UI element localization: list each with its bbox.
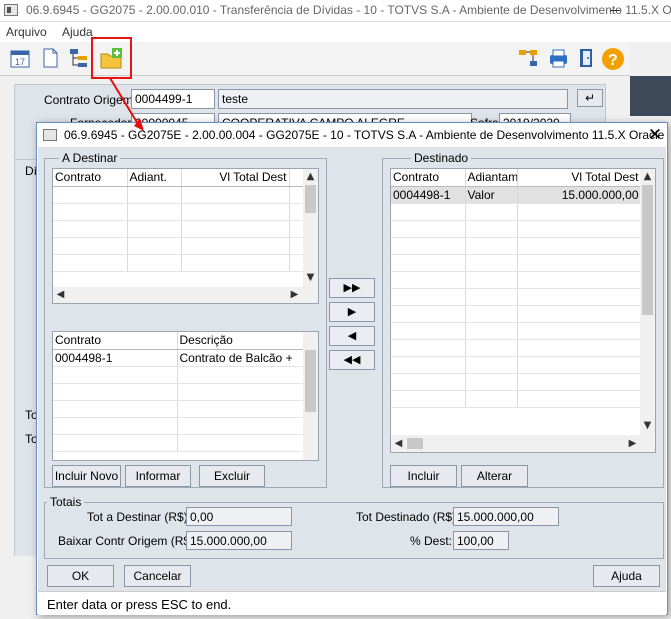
main-window-titlebar: 06.9.6945 - GG2075 - 2.00.00.010 - Trans… <box>0 0 671 22</box>
calendar-icon[interactable]: 17 <box>7 46 33 72</box>
ok-button[interactable]: OK <box>47 565 114 587</box>
cell-contrato[interactable]: 0004498-1 <box>391 186 466 204</box>
status-bar: Enter data or press ESC to end. <box>38 591 666 615</box>
scroll-thumb[interactable] <box>305 350 316 412</box>
annotation-arrow <box>109 77 144 131</box>
a-destinar-label: A Destinar <box>59 151 121 165</box>
pct-dest-value: 100,00 <box>453 531 509 550</box>
move-left-button[interactable]: ◀ <box>329 326 375 346</box>
dialog-body: A Destinar Contrato Adiant. Vl Total Des… <box>38 147 666 615</box>
top-grid-vscroll[interactable]: ▲ ▼ <box>303 169 318 287</box>
dialog-app-icon <box>43 129 57 141</box>
transfer-dialog: 06.9.6945 - GG2075E - 2.00.00.004 - GG20… <box>36 122 668 615</box>
alterar-button[interactable]: Alterar <box>461 465 528 487</box>
scroll-down-icon[interactable]: ▼ <box>640 419 655 433</box>
main-window-title: 06.9.6945 - GG2075 - 2.00.00.010 - Trans… <box>26 3 671 17</box>
svg-text:17: 17 <box>15 57 25 67</box>
hscroll-thumb[interactable] <box>407 438 423 449</box>
new-document-icon[interactable] <box>37 46 63 72</box>
tot-a-destinar-label: Tot a Destinar (R$): <box>87 510 192 524</box>
pct-dest-label: % Dest: <box>410 534 453 548</box>
a-destinar-bottom-grid[interactable]: Contrato Descrição 0004498-1 Contrato de… <box>52 331 319 461</box>
col-header-contrato[interactable]: Contrato <box>391 169 466 187</box>
close-icon[interactable]: ✕ <box>645 125 665 145</box>
destinado-vscroll[interactable]: ▲ ▼ <box>640 169 655 435</box>
scroll-left-icon[interactable]: ◀ <box>53 288 68 302</box>
excluir-button[interactable]: Excluir <box>199 465 265 487</box>
help-icon[interactable]: ? <box>600 46 626 72</box>
totais-label: Totais <box>47 495 85 509</box>
tot-destinado-value: 15.000.000,00 <box>453 507 559 526</box>
app-icon <box>4 4 18 16</box>
incluir-novo-button[interactable]: Incluir Novo <box>52 465 121 487</box>
col-header-vl-total-dest[interactable]: Vl Total Dest <box>517 169 642 187</box>
printer-icon[interactable] <box>545 46 571 72</box>
col-header-contrato[interactable]: Contrato <box>53 332 178 350</box>
background-panel <box>630 76 671 116</box>
move-all-left-button[interactable]: ◀◀ <box>329 350 375 370</box>
exit-door-icon[interactable] <box>573 46 599 72</box>
structure-icon[interactable] <box>515 46 541 72</box>
enter-icon[interactable]: ↵ <box>577 89 603 107</box>
table-row[interactable]: 0004498-1 Valor 15.000.000,00 <box>391 186 642 204</box>
highlight-box <box>91 37 132 79</box>
bottom-grid-vscroll[interactable] <box>303 332 318 460</box>
ajuda-button[interactable]: Ajuda <box>593 565 660 587</box>
scroll-thumb[interactable] <box>642 185 653 315</box>
totais-group: Totais Tot a Destinar (R$): 0,00 Tot Des… <box>44 495 664 559</box>
tot-destinado-label: Tot Destinado (R$): <box>356 510 460 524</box>
move-right-button[interactable]: ▶ <box>329 302 375 322</box>
col-header-vl-total-dest[interactable]: Vl Total Dest <box>181 169 290 187</box>
scroll-left-icon[interactable]: ◀ <box>391 437 406 451</box>
move-all-right-button[interactable]: ▶▶ <box>329 278 375 298</box>
status-text: Enter data or press ESC to end. <box>47 597 232 612</box>
scroll-down-icon[interactable]: ▼ <box>303 271 318 285</box>
minimize-icon[interactable] <box>610 10 620 11</box>
baixar-contr-origem-label: Baixar Contr Origem (R$): <box>58 534 198 548</box>
dialog-title: 06.9.6945 - GG2075E - 2.00.00.004 - GG20… <box>64 128 665 142</box>
a-destinar-top-grid[interactable]: Contrato Adiant. Vl Total Dest ▲ ▼ ◀ ▶ <box>52 168 319 304</box>
contrato-origem-desc: teste <box>218 89 568 109</box>
cell-vl-total-dest[interactable]: 15.000.000,00 <box>517 186 642 204</box>
background-left-panel: Dív To To <box>14 160 43 556</box>
table-row[interactable]: 0004498-1 Contrato de Balcão + <box>53 349 304 367</box>
informar-button[interactable]: Informar <box>125 465 191 487</box>
destinado-grid[interactable]: Contrato Adiantame Vl Total Dest 0004498… <box>390 168 656 453</box>
scroll-right-icon[interactable]: ▶ <box>287 288 302 302</box>
baixar-contr-origem-value: 15.000.000,00 <box>186 531 292 550</box>
cell-adiantamento[interactable]: Valor <box>465 186 518 204</box>
menu-arquivo[interactable]: Arquivo <box>6 25 47 39</box>
cell-contrato[interactable]: 0004498-1 <box>53 349 178 367</box>
scroll-thumb[interactable] <box>305 185 316 213</box>
scroll-up-icon[interactable]: ▲ <box>303 170 318 184</box>
destinado-label: Destinado <box>411 151 472 165</box>
tree-view-icon[interactable] <box>66 46 92 72</box>
col-header-adiantamento[interactable]: Adiantame <box>465 169 518 187</box>
col-header-descricao[interactable]: Descrição <box>177 332 304 350</box>
destinado-hscroll[interactable]: ◀ ▶ <box>391 435 655 452</box>
scroll-right-icon[interactable]: ▶ <box>625 437 640 451</box>
cell-descricao[interactable]: Contrato de Balcão + <box>177 349 304 367</box>
tot-a-destinar-value: 0,00 <box>186 507 292 526</box>
incluir-button[interactable]: Incluir <box>390 465 457 487</box>
col-header-contrato[interactable]: Contrato <box>53 169 128 187</box>
col-header-adiant[interactable]: Adiant. <box>127 169 182 187</box>
a-destinar-group: A Destinar Contrato Adiant. Vl Total Des… <box>44 151 327 488</box>
top-grid-hscroll[interactable]: ◀ ▶ <box>53 287 318 303</box>
menu-ajuda[interactable]: Ajuda <box>62 25 93 39</box>
destinado-group: Destinado Contrato Adiantame Vl Total De… <box>382 151 664 488</box>
scroll-up-icon[interactable]: ▲ <box>640 170 655 184</box>
cancelar-button[interactable]: Cancelar <box>124 565 191 587</box>
svg-text:?: ? <box>608 52 618 69</box>
